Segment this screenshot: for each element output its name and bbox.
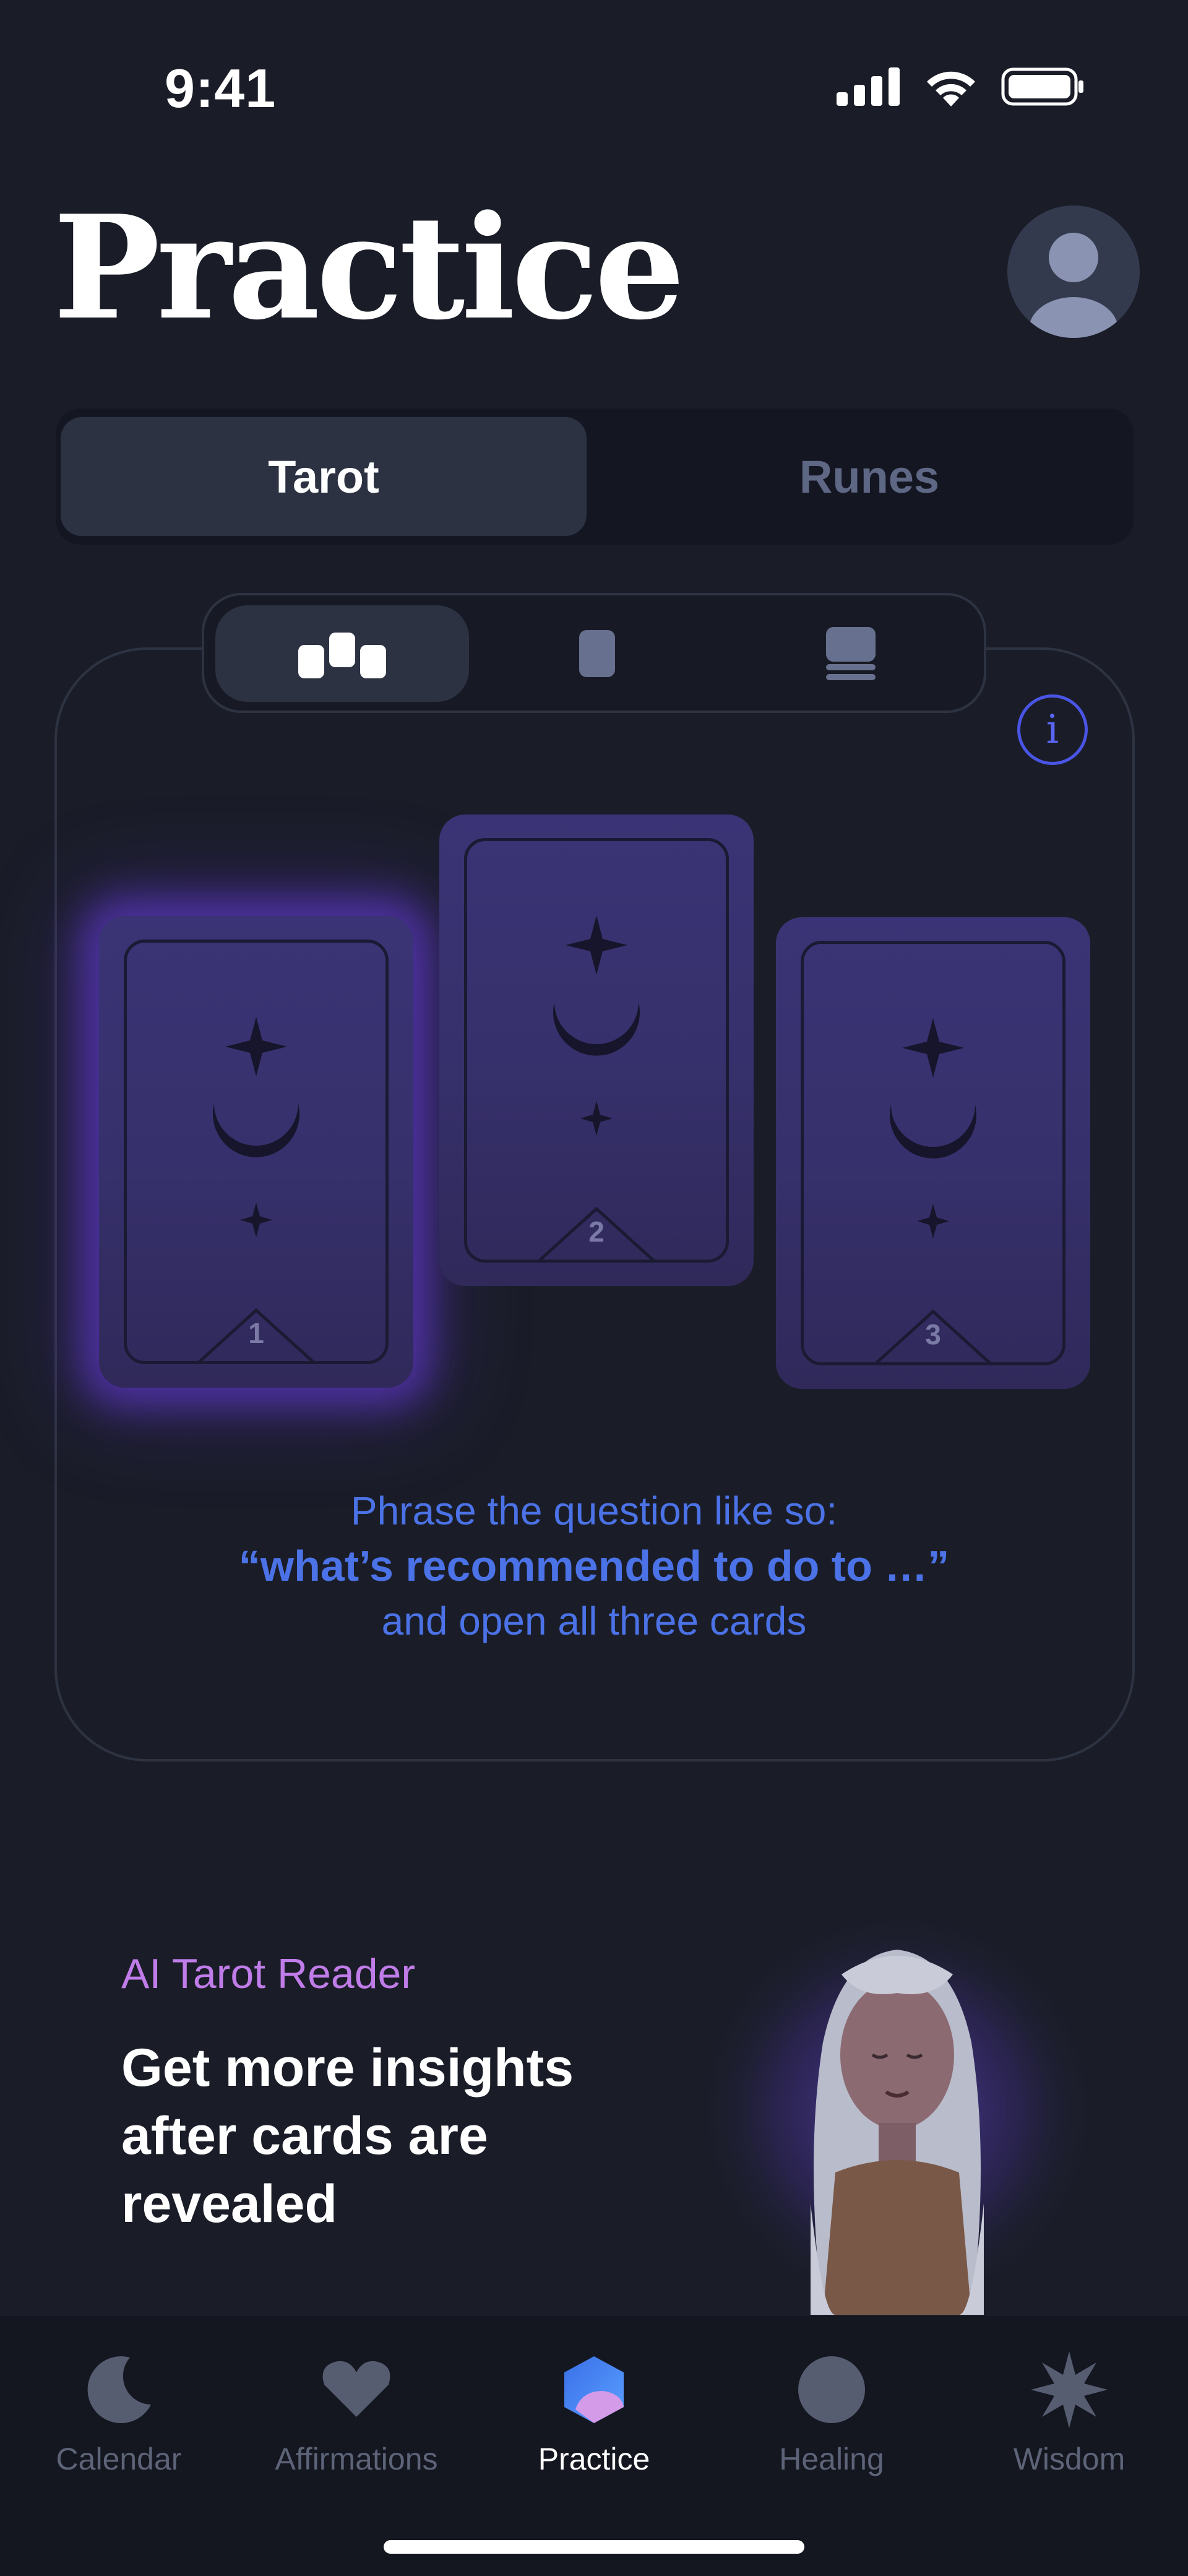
- three-card-spread-button[interactable]: [215, 605, 469, 702]
- tab-label: Healing: [779, 2442, 884, 2476]
- tab-practice[interactable]: Practice: [475, 2349, 713, 2477]
- tab-label: Wisdom: [1013, 2442, 1126, 2476]
- tab-tarot[interactable]: Tarot: [61, 417, 587, 536]
- signal-icon: [837, 67, 900, 106]
- heart-icon: [322, 2361, 390, 2417]
- card-number: 3: [925, 1318, 941, 1351]
- tab-runes[interactable]: Runes: [606, 417, 1132, 536]
- card-number: 1: [248, 1317, 264, 1349]
- hint-line-1: Phrase the question like so:: [350, 1489, 838, 1533]
- tab-label: Affirmations: [275, 2442, 438, 2476]
- card-frame: 2: [464, 838, 729, 1263]
- tab-affirmations[interactable]: Affirmations: [238, 2349, 475, 2477]
- card-frame: 1: [124, 940, 389, 1364]
- moon-star-emblem-icon: [553, 915, 640, 1136]
- moon-star-emblem-icon: [890, 1018, 976, 1238]
- tab-label: Practice: [538, 2442, 650, 2476]
- tarot-card-2[interactable]: 2: [439, 815, 754, 1286]
- deck-button[interactable]: [724, 605, 978, 702]
- user-icon: [1029, 233, 1118, 338]
- promo-title: Get more insights after cards are reveal…: [121, 2038, 574, 2234]
- card-number: 2: [588, 1216, 605, 1248]
- single-card-button[interactable]: [470, 605, 724, 702]
- wifi-icon: [927, 71, 975, 106]
- tab-wisdom[interactable]: Wisdom: [950, 2349, 1188, 2477]
- tab-healing[interactable]: Healing: [713, 2349, 950, 2477]
- promo-tag: AI Tarot Reader: [121, 1950, 416, 1997]
- moon-icon: [87, 2356, 151, 2424]
- battery-icon: [1001, 67, 1083, 106]
- practice-hexagon-icon: [564, 2356, 624, 2423]
- tarot-card-3[interactable]: 3: [776, 917, 1090, 1389]
- avatar[interactable]: [1007, 205, 1140, 338]
- info-icon: i: [1046, 707, 1059, 753]
- three-cards-icon: [298, 633, 386, 678]
- spread-layout-switch: [202, 593, 986, 713]
- info-button[interactable]: i: [1017, 694, 1088, 765]
- practice-type-segment: Tarot Runes: [56, 408, 1134, 545]
- hint-line-3: and open all three cards: [381, 1599, 807, 1643]
- status-time: 9:41: [165, 58, 277, 119]
- star-burst-icon: [1031, 2351, 1108, 2428]
- hint-line-2: “what’s recommended to do to …”: [238, 1542, 950, 1590]
- home-indicator[interactable]: [384, 2540, 804, 2554]
- tab-label: Calendar: [56, 2442, 182, 2476]
- single-card-icon: [579, 630, 615, 677]
- page-title: Practice: [53, 184, 685, 352]
- tab-calendar[interactable]: Calendar: [0, 2349, 238, 2477]
- status-icons: [837, 67, 1084, 106]
- deck-stack-icon: [826, 627, 876, 680]
- card-frame: 3: [801, 941, 1065, 1365]
- ai-reader-illustration[interactable]: [699, 1882, 1108, 2315]
- tarot-card-1[interactable]: 1: [99, 916, 413, 1388]
- moon-star-emblem-icon: [213, 1017, 299, 1237]
- circle-icon: [798, 2356, 865, 2423]
